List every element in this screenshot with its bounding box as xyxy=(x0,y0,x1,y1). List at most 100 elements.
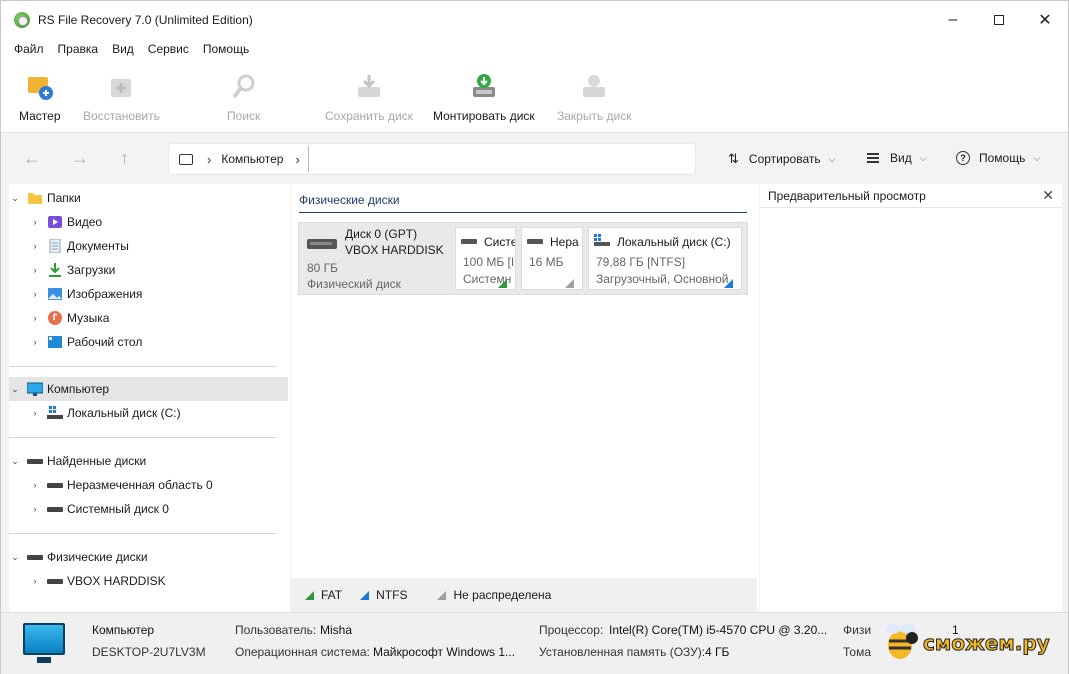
tree-item-video[interactable]: › Видео xyxy=(9,210,288,234)
chevron-down-icon[interactable]: ⌄ xyxy=(9,456,21,467)
chevron-right-icon[interactable]: › xyxy=(29,289,41,299)
save-disk-icon xyxy=(353,71,385,103)
tree-item-system-disk[interactable]: › Системный диск 0 xyxy=(9,497,288,521)
close-disk-button[interactable]: Закрыть диск xyxy=(557,71,632,123)
drive-icon xyxy=(47,502,63,516)
computer-icon xyxy=(179,153,193,165)
partition-name: Локальный диск (C:) xyxy=(617,235,731,249)
content-pane: Физические диски Диск 0 (GPT) VBOX HARDD… xyxy=(291,184,759,612)
partition-card[interactable]: Локальный диск (C:) 79,88 ГБ [NTFS] Загр… xyxy=(588,227,742,290)
status-cpu-label: Процессор: xyxy=(539,623,604,637)
chevron-right-icon[interactable]: › xyxy=(29,576,41,586)
forward-arrow-icon[interactable]: → xyxy=(71,148,89,169)
minimize-button[interactable]: – xyxy=(930,1,976,39)
search-button[interactable]: Поиск xyxy=(227,71,260,123)
close-button[interactable]: ✕ xyxy=(1022,1,1068,39)
chevron-right-icon[interactable]: › xyxy=(29,241,41,251)
disk-card[interactable]: Диск 0 (GPT) VBOX HARDDISK 80 ГБ Физичес… xyxy=(298,222,748,295)
tree-item-music[interactable]: › Музыка xyxy=(9,306,288,330)
address-bar[interactable]: › Компьютер › xyxy=(168,143,696,175)
section-header: Физические диски xyxy=(299,193,400,207)
preview-title: Предварительный просмотр xyxy=(768,189,926,203)
menu-edit[interactable]: Правка xyxy=(51,42,106,56)
preview-divider xyxy=(760,207,1062,208)
menu-file[interactable]: Файл xyxy=(7,42,51,56)
close-icon[interactable]: ✕ xyxy=(1042,187,1054,204)
chevron-down-icon: ⌵ xyxy=(828,153,836,164)
disk-model: VBOX HARDDISK xyxy=(345,243,444,257)
address-separator xyxy=(307,146,309,172)
help-icon: ? xyxy=(956,151,970,165)
chevron-right-icon[interactable]: › xyxy=(29,265,41,275)
video-icon xyxy=(47,215,63,229)
tree-item-documents[interactable]: › Документы xyxy=(9,234,288,258)
chevron-right-icon: › xyxy=(207,151,212,167)
image-icon xyxy=(47,287,63,301)
chevron-right-icon[interactable]: › xyxy=(29,480,41,490)
save-disk-button[interactable]: Сохранить диск xyxy=(325,71,413,123)
window-title: RS File Recovery 7.0 (Unlimited Edition) xyxy=(38,13,253,27)
chevron-right-icon[interactable]: › xyxy=(295,152,299,167)
tree-divider xyxy=(9,533,277,534)
chevron-down-icon[interactable]: ⌄ xyxy=(9,384,21,395)
sort-icon: ⇅ xyxy=(728,151,739,166)
tree-item-found-disks[interactable]: ⌄ Найденные диски xyxy=(9,449,288,473)
windows-drive-icon xyxy=(47,406,63,420)
breadcrumb-computer[interactable]: Компьютер xyxy=(221,152,283,166)
ntfs-marker xyxy=(724,279,733,288)
tree-item-local-disk[interactable]: › Локальный диск (C:) xyxy=(9,401,288,425)
drive-icon xyxy=(461,239,477,244)
menu-service[interactable]: Сервис xyxy=(141,42,196,56)
restore-button[interactable]: Восстановить xyxy=(83,71,160,123)
disk-name: Диск 0 (GPT) xyxy=(345,227,418,241)
up-arrow-icon[interactable]: ↑ xyxy=(120,148,129,169)
back-arrow-icon[interactable]: ← xyxy=(23,148,41,169)
section-underline xyxy=(299,212,747,213)
mount-disk-icon xyxy=(468,71,500,103)
tree-item-images[interactable]: › Изображения xyxy=(9,282,288,306)
mount-disk-button[interactable]: Монтировать диск xyxy=(433,71,535,123)
partition-name: Нера xyxy=(550,235,579,249)
partition-card[interactable]: Систе 100 МБ [I Системн xyxy=(455,227,516,290)
fat-marker xyxy=(305,590,314,600)
menu-help[interactable]: Помощь xyxy=(196,42,256,56)
monitor-icon xyxy=(23,623,65,663)
wizard-button[interactable]: Мастер xyxy=(19,71,61,123)
tree-item-downloads[interactable]: › Загрузки xyxy=(9,258,288,282)
tree-item-physical-disks[interactable]: ⌄ Физические диски xyxy=(9,545,288,569)
chevron-right-icon[interactable]: › xyxy=(29,337,41,347)
chevron-right-icon[interactable]: › xyxy=(29,217,41,227)
chevron-right-icon[interactable]: › xyxy=(29,408,41,418)
tree-item-desktop[interactable]: › Рабочий стол xyxy=(9,330,288,354)
partition-name: Систе xyxy=(484,235,516,249)
status-computer-label: Компьютер xyxy=(92,623,155,637)
status-computer-name: DESKTOP-2U7LV3M xyxy=(92,645,206,659)
status-volumes-label: Тома xyxy=(843,645,871,659)
drive-icon xyxy=(27,550,43,564)
chevron-right-icon[interactable]: › xyxy=(29,313,41,323)
chevron-down-icon[interactable]: ⌄ xyxy=(9,552,21,563)
watermark-text: сможем.ру xyxy=(923,631,1051,656)
chevron-right-icon[interactable]: › xyxy=(29,504,41,514)
status-os-label: Операционная система: xyxy=(235,645,370,659)
sort-button[interactable]: ⇅ Сортировать ⌵ xyxy=(728,151,835,167)
wizard-icon xyxy=(24,71,56,103)
tree-item-unallocated[interactable]: › Неразмеченная область 0 xyxy=(9,473,288,497)
partition-card[interactable]: Нера 16 МБ xyxy=(521,227,583,290)
maximize-button[interactable] xyxy=(976,1,1022,39)
status-user-value: Misha xyxy=(320,623,353,637)
chevron-down-icon[interactable]: ⌄ xyxy=(9,193,21,204)
help-button[interactable]: ? Помощь ⌵ xyxy=(956,151,1040,165)
view-button[interactable]: Вид ⌵ xyxy=(867,151,927,165)
disk-type: Физический диск xyxy=(307,277,401,291)
tree-item-folders[interactable]: ⌄ Папки xyxy=(9,186,288,210)
chevron-down-icon: ⌵ xyxy=(919,152,927,163)
navigation-bar: ← → ↑ › Компьютер › ⇅ Сортировать ⌵ Вид … xyxy=(1,134,1068,184)
unallocated-marker xyxy=(565,279,574,288)
tree-item-vbox[interactable]: › VBOX HARDDISK xyxy=(9,569,288,593)
partition-type: Загрузочный, Основной xyxy=(596,272,729,286)
tree-item-computer[interactable]: ⌄ Компьютер xyxy=(9,377,288,401)
menu-view[interactable]: Вид xyxy=(105,42,141,56)
menu-bar: Файл Правка Вид Сервис Помощь xyxy=(1,39,1068,59)
partition-size: 79,88 ГБ [NTFS] xyxy=(596,255,686,269)
